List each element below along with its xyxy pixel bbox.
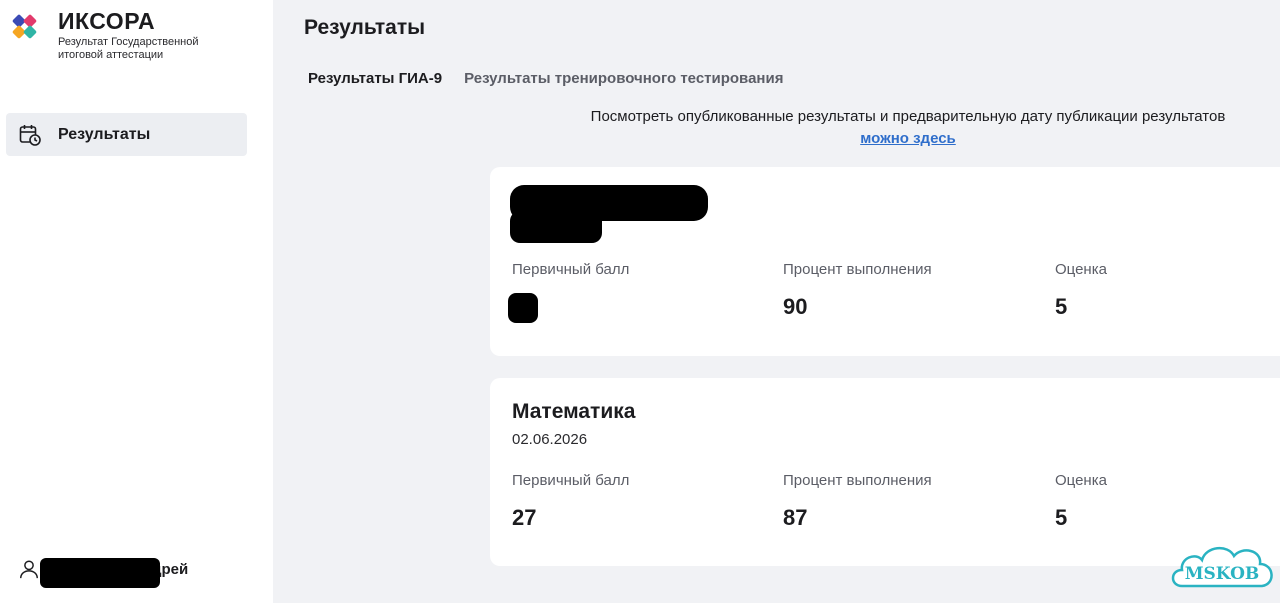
primary-score-value: 27 xyxy=(512,505,537,530)
publication-notice: Посмотреть опубликованные результаты и п… xyxy=(490,106,1280,150)
percent-value: 87 xyxy=(783,505,808,530)
percent-value: 90 xyxy=(783,294,808,319)
watermark-cloud-icon: MSKOB xyxy=(1171,547,1273,588)
result-card: Математика 02.06.2026 Первичный балл Про… xyxy=(490,378,1280,566)
notice-link[interactable]: можно здесь xyxy=(860,130,956,147)
brand-title: ИКСОРА xyxy=(58,8,156,34)
primary-score-label: Первичный балл xyxy=(512,472,630,489)
brand-subtitle: Результат Государственной итоговой аттес… xyxy=(58,36,199,61)
date-redaction xyxy=(510,211,602,243)
primary-score-label: Первичный балл xyxy=(512,261,630,278)
exam-date: 02.06.2026 xyxy=(512,431,588,448)
grade-value: 5 xyxy=(1055,294,1068,319)
page-title: Результаты xyxy=(304,16,426,39)
notice-text: Посмотреть опубликованные результаты и п… xyxy=(590,108,1226,125)
grade-label: Оценка xyxy=(1055,261,1107,278)
logo[interactable]: ИКСОРА Результат Государственной итогово… xyxy=(11,8,218,62)
user-profile[interactable]: дрей xyxy=(18,558,188,588)
tab-bar: Результаты ГИА-9 Результаты тренировочно… xyxy=(308,70,783,87)
logo-mark-icon xyxy=(11,13,44,46)
primary-score-redaction xyxy=(508,293,538,323)
subject-title: Математика xyxy=(512,400,636,423)
calendar-clock-icon xyxy=(19,124,41,146)
tab-gia9[interactable]: Результаты ГИА-9 xyxy=(308,70,442,87)
sidebar: ИКСОРА Результат Государственной итогово… xyxy=(0,0,273,603)
tab-training[interactable]: Результаты тренировочного тестирования xyxy=(464,70,783,87)
watermark-text: MSKOB xyxy=(1185,564,1260,584)
percent-label: Процент выполнения xyxy=(783,261,932,278)
user-icon xyxy=(20,560,38,579)
result-card: Первичный балл Процент выполнения Оценка… xyxy=(490,167,1280,356)
sidebar-item-results[interactable]: Результаты xyxy=(6,113,247,156)
percent-label: Процент выполнения xyxy=(783,472,932,489)
grade-value: 5 xyxy=(1055,505,1068,530)
user-name-redaction xyxy=(40,558,160,588)
sidebar-item-label: Результаты xyxy=(58,125,151,143)
grade-label: Оценка xyxy=(1055,472,1107,489)
